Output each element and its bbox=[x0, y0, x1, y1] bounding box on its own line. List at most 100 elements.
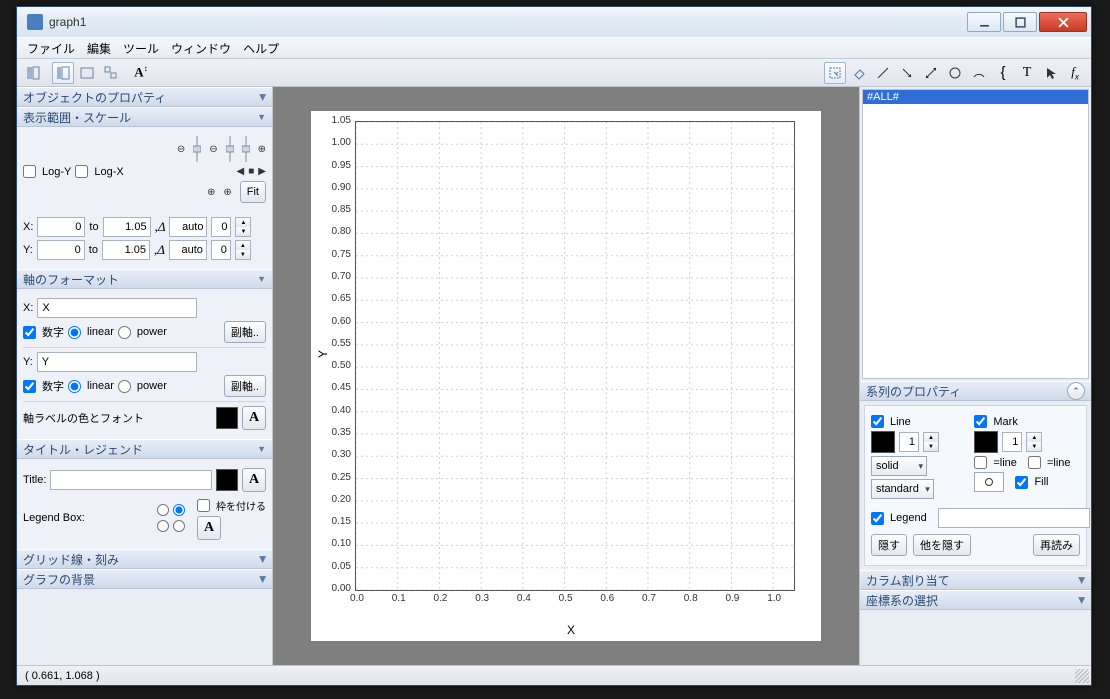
fit-button[interactable]: Fit bbox=[240, 181, 266, 203]
axis-font-button[interactable]: A bbox=[242, 406, 266, 430]
y-minor-input[interactable] bbox=[211, 240, 231, 260]
y-slider[interactable] bbox=[193, 136, 201, 162]
pan-left-icon[interactable]: ◀ bbox=[237, 166, 245, 177]
text-tool[interactable]: T bbox=[1016, 62, 1038, 84]
x-to-input[interactable] bbox=[103, 217, 151, 237]
close-button[interactable] bbox=[1039, 12, 1087, 32]
reload-button[interactable]: 再読み bbox=[1033, 534, 1080, 556]
layout4-button[interactable] bbox=[100, 62, 122, 84]
x-linear-radio[interactable] bbox=[68, 326, 81, 339]
y-power-radio[interactable] bbox=[118, 380, 131, 393]
legend-frame-checkbox[interactable] bbox=[197, 499, 210, 512]
y-linear-radio[interactable] bbox=[68, 380, 81, 393]
pointer-tool[interactable] bbox=[824, 62, 846, 84]
minimize-button[interactable] bbox=[967, 12, 1001, 32]
double-arrow-tool[interactable] bbox=[920, 62, 942, 84]
x-auto-input[interactable] bbox=[169, 217, 207, 237]
z-slider[interactable] bbox=[242, 136, 250, 162]
layout3-button[interactable] bbox=[76, 62, 98, 84]
plot-region[interactable] bbox=[355, 121, 795, 591]
function-tool[interactable]: fx bbox=[1064, 62, 1086, 84]
line-tool[interactable] bbox=[872, 62, 894, 84]
legend-text-input[interactable] bbox=[938, 508, 1090, 528]
object-properties-header[interactable]: オブジェクトのプロパティ◀ bbox=[17, 87, 272, 107]
mark-eqline2-checkbox[interactable] bbox=[1028, 456, 1041, 469]
line-style-dropdown[interactable]: solid bbox=[871, 456, 927, 476]
coord-select-header[interactable]: 座標系の選択◀ bbox=[860, 590, 1091, 610]
scale-header[interactable]: 表示範囲・スケール▼ bbox=[17, 107, 272, 127]
x-minor-spinner[interactable]: ▲▼ bbox=[235, 217, 251, 237]
mark-shape-button[interactable] bbox=[974, 472, 1004, 492]
legend-font-button[interactable]: A bbox=[197, 516, 221, 540]
column-assign-header[interactable]: カラム割り当て◀ bbox=[860, 570, 1091, 590]
zoom-in-icon[interactable]: ⊕ bbox=[258, 144, 266, 155]
xaxis-title-input[interactable] bbox=[37, 298, 197, 318]
x-number-checkbox[interactable] bbox=[23, 326, 36, 339]
yaxis-title-input[interactable] bbox=[37, 352, 197, 372]
menu-help[interactable]: ヘルプ bbox=[237, 40, 285, 57]
line-checkbox[interactable] bbox=[871, 415, 884, 428]
series-all-item[interactable]: #ALL# bbox=[863, 90, 1088, 104]
layout1-button[interactable] bbox=[22, 62, 44, 84]
x-power-radio[interactable] bbox=[118, 326, 131, 339]
line-width-spinner[interactable]: ▲▼ bbox=[923, 432, 939, 452]
y-from-input[interactable] bbox=[37, 240, 85, 260]
collapse-icon[interactable]: ⌃ bbox=[1067, 382, 1085, 400]
log-x-checkbox[interactable] bbox=[75, 165, 88, 178]
arc-tool[interactable] bbox=[968, 62, 990, 84]
x-subaxis-button[interactable]: 副軸.. bbox=[224, 321, 266, 343]
axis-color-swatch[interactable] bbox=[216, 407, 238, 429]
legend-pos-tr[interactable] bbox=[173, 503, 185, 517]
zoom-in-y-icon[interactable]: ⊕ bbox=[207, 187, 215, 198]
y-auto-input[interactable] bbox=[169, 240, 207, 260]
title-color-swatch[interactable] bbox=[216, 469, 238, 491]
pan-stop-icon[interactable]: ■ bbox=[248, 166, 254, 177]
line-color-swatch[interactable] bbox=[871, 431, 895, 453]
hide-button[interactable]: 隠す bbox=[871, 534, 907, 556]
pan-right-icon[interactable]: ▶ bbox=[258, 166, 266, 177]
grid-header[interactable]: グリッド線・刻み◀ bbox=[17, 549, 272, 569]
series-list[interactable]: #ALL# bbox=[862, 89, 1089, 379]
eraser-tool[interactable] bbox=[848, 62, 870, 84]
y-to-input[interactable] bbox=[102, 240, 150, 260]
zoom-out-y-icon[interactable]: ⊖ bbox=[177, 144, 185, 155]
mark-eqline1-checkbox[interactable] bbox=[974, 456, 987, 469]
select-tool[interactable] bbox=[1040, 62, 1062, 84]
fill-checkbox[interactable] bbox=[1015, 476, 1028, 489]
axis-format-header[interactable]: 軸のフォーマット▼ bbox=[17, 269, 272, 289]
menu-edit[interactable]: 編集 bbox=[81, 40, 117, 57]
title-legend-header[interactable]: タイトル・レジェンド▼ bbox=[17, 439, 272, 459]
mark-size-spinner[interactable]: ▲▼ bbox=[1026, 432, 1042, 452]
x-minor-input[interactable] bbox=[211, 217, 231, 237]
log-y-checkbox[interactable] bbox=[23, 165, 36, 178]
arrow-down-tool[interactable] bbox=[896, 62, 918, 84]
mark-size-input[interactable] bbox=[1002, 432, 1022, 452]
legend-pos-bl[interactable] bbox=[157, 519, 169, 533]
series-properties-header[interactable]: 系列のプロパティ⌃ bbox=[860, 381, 1091, 401]
line-standard-dropdown[interactable]: standard bbox=[871, 479, 934, 499]
title-font-button[interactable]: A bbox=[242, 468, 266, 492]
y-number-checkbox[interactable] bbox=[23, 380, 36, 393]
legend-checkbox[interactable] bbox=[871, 512, 884, 525]
legend-pos-tl[interactable] bbox=[157, 503, 169, 517]
menu-tools[interactable]: ツール bbox=[117, 40, 165, 57]
layout2-button[interactable] bbox=[52, 62, 74, 84]
y-minor-spinner[interactable]: ▲▼ bbox=[235, 240, 251, 260]
zoom-out-x-icon[interactable]: ⊖ bbox=[209, 144, 217, 155]
circle-tool[interactable] bbox=[944, 62, 966, 84]
menu-file[interactable]: ファイル bbox=[21, 40, 81, 57]
mark-checkbox[interactable] bbox=[974, 415, 987, 428]
y-subaxis-button[interactable]: 副軸.. bbox=[224, 375, 266, 397]
brace-tool[interactable]: { bbox=[992, 62, 1014, 84]
menu-window[interactable]: ウィンドウ bbox=[165, 40, 237, 57]
legend-pos-br[interactable] bbox=[173, 519, 185, 533]
x-slider[interactable] bbox=[226, 136, 234, 162]
background-header[interactable]: グラフの背景◀ bbox=[17, 569, 272, 589]
mark-color-swatch[interactable] bbox=[974, 431, 998, 453]
line-width-input[interactable] bbox=[899, 432, 919, 452]
title-input[interactable] bbox=[50, 470, 212, 490]
font-size-button[interactable]: A↕ bbox=[130, 62, 152, 84]
resize-grip-icon[interactable] bbox=[1075, 669, 1089, 683]
maximize-button[interactable] bbox=[1003, 12, 1037, 32]
zoom-in-x-icon[interactable]: ⊕ bbox=[223, 187, 231, 198]
